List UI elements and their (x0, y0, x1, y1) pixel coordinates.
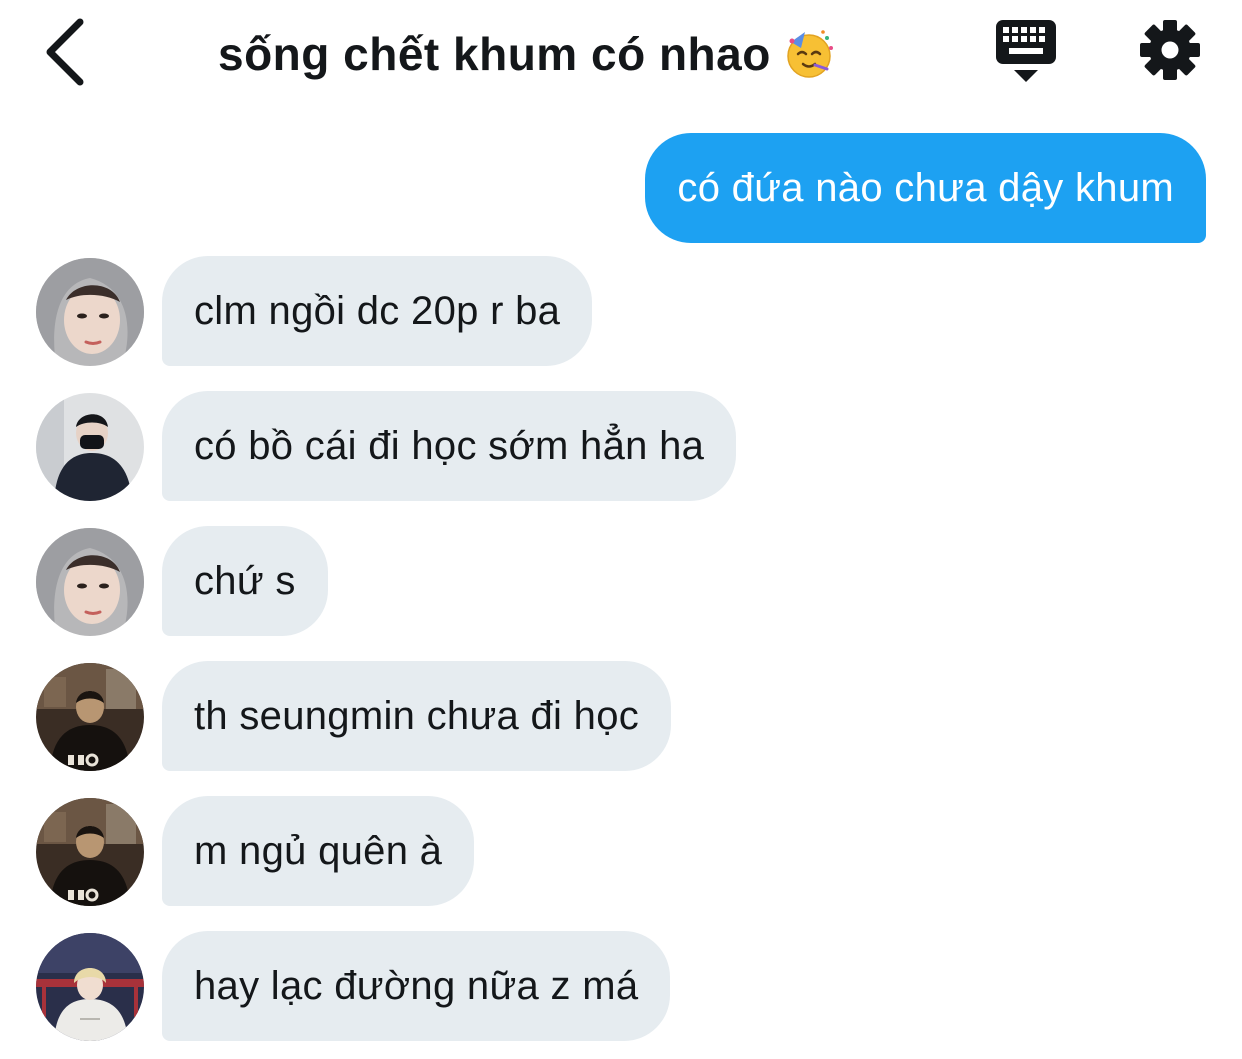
incoming-message-bubble[interactable]: chứ s (162, 526, 328, 636)
incoming-message-bubble[interactable]: hay lạc đường nữa z má (162, 931, 671, 1041)
incoming-message-row: hay lạc đường nữa z má (36, 931, 1206, 1041)
keyboard-button[interactable] (994, 18, 1058, 84)
incoming-message-bubble[interactable]: có bồ cái đi học sớm hẳn ha (162, 391, 737, 501)
gear-icon (1140, 20, 1200, 80)
conversation-title-group: sống chết khum có nhao (218, 22, 835, 86)
incoming-message-row: chứ s (36, 526, 1206, 636)
avatar[interactable] (36, 393, 144, 501)
incoming-message-row: m ngủ quên à (36, 796, 1206, 906)
avatar-gray-hoodie-image (36, 258, 144, 366)
avatar[interactable] (36, 798, 144, 906)
keyboard-icon (996, 20, 1056, 82)
outgoing-message-bubble[interactable]: có đứa nào chưa dậy khum (645, 133, 1206, 243)
avatar[interactable] (36, 528, 144, 636)
avatar-black-jacket-mask-image (36, 393, 144, 501)
partying-face-emoji-icon (787, 30, 833, 78)
avatar-gray-hoodie-image (36, 528, 144, 636)
incoming-message-row: có bồ cái đi học sớm hẳn ha (36, 391, 1206, 501)
avatar-white-hoodie-blond-image (36, 933, 144, 1041)
incoming-message-row: clm ngồi dc 20p r ba (36, 256, 1206, 366)
conversation-header: sống chết khum có nhao (0, 0, 1242, 108)
back-button[interactable] (36, 14, 106, 90)
settings-button[interactable] (1138, 18, 1202, 82)
chevron-left-icon (46, 18, 84, 86)
avatar[interactable] (36, 933, 144, 1041)
conversation-title: sống chết khum có nhao (218, 28, 771, 80)
avatar[interactable] (36, 258, 144, 366)
incoming-message-bubble[interactable]: th seungmin chưa đi học (162, 661, 672, 771)
avatar-dark-street-image (36, 663, 144, 771)
incoming-message-bubble[interactable]: m ngủ quên à (162, 796, 475, 906)
incoming-message-bubble[interactable]: clm ngồi dc 20p r ba (162, 256, 593, 366)
avatar-dark-street-image (36, 798, 144, 906)
avatar[interactable] (36, 663, 144, 771)
incoming-message-row: th seungmin chưa đi học (36, 661, 1206, 771)
